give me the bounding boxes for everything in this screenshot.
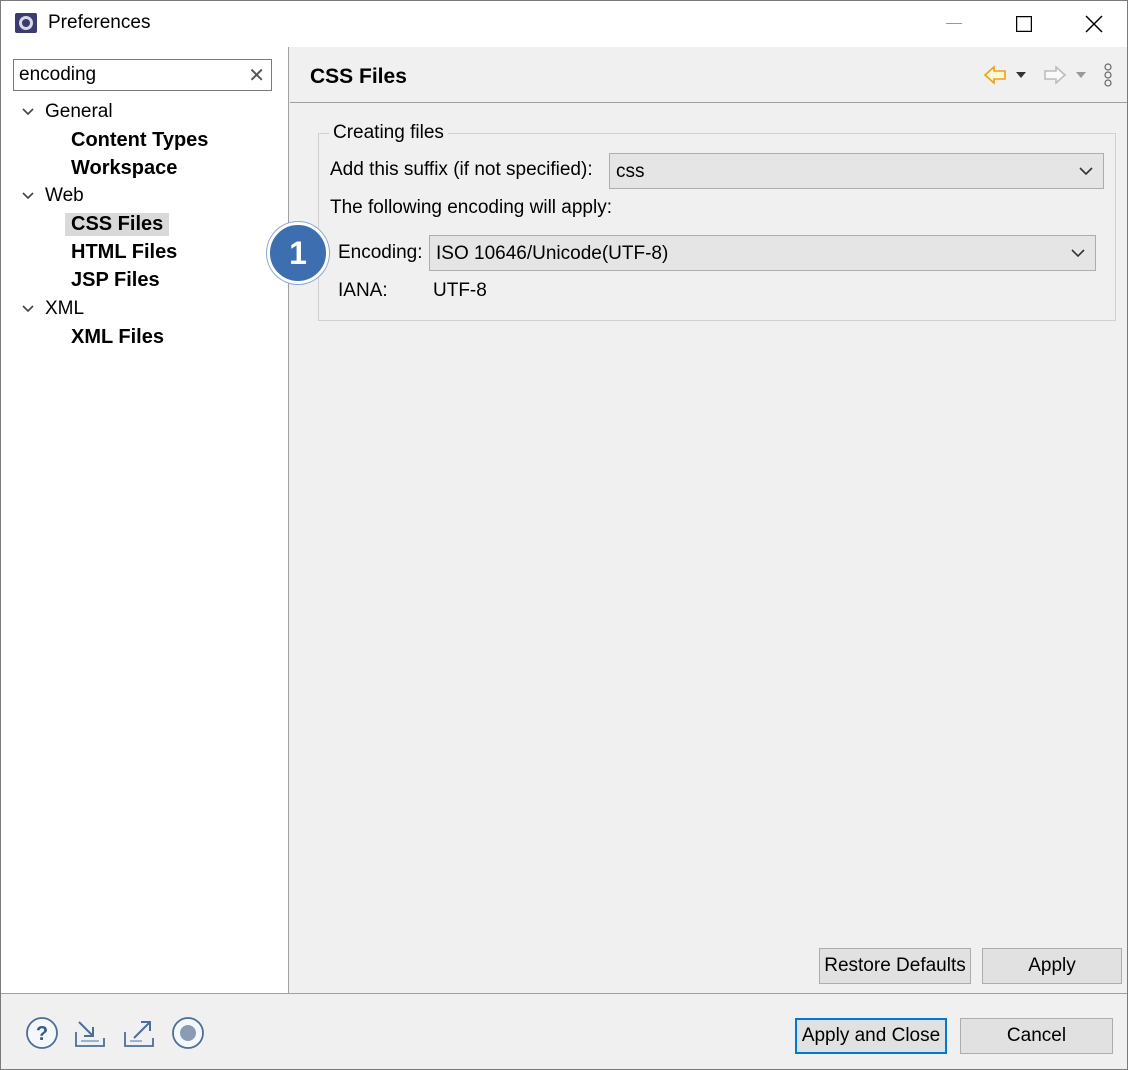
page-navigation	[983, 63, 1113, 87]
button-label: Apply and Close	[801, 1025, 941, 1046]
encoding-note: The following encoding will apply:	[330, 197, 612, 218]
minimize-button[interactable]	[919, 1, 989, 47]
clear-filter-icon[interactable]: ✕	[248, 65, 265, 85]
preference-page: CSS Files Creating files Add this suffix…	[290, 47, 1127, 993]
eclipse-app-icon	[15, 13, 37, 33]
page-header: CSS Files	[290, 47, 1127, 103]
tree-node-web[interactable]: Web	[21, 183, 84, 209]
back-menu-dropdown-icon[interactable]	[1015, 71, 1027, 79]
page-title: CSS Files	[310, 65, 407, 88]
minimize-icon	[946, 23, 962, 24]
chevron-down-icon	[1079, 167, 1093, 176]
apply-button[interactable]: Apply	[982, 948, 1122, 984]
close-icon	[1085, 15, 1103, 33]
tree-item-label: Workspace	[71, 156, 178, 179]
forward-menu-dropdown-icon[interactable]	[1075, 71, 1087, 79]
preference-tree-pane: ✕ General Content Types Workspace Web CS…	[1, 47, 289, 993]
view-menu-icon[interactable]	[1103, 63, 1113, 87]
tree-item-css-files[interactable]: CSS Files	[65, 211, 170, 237]
tree-item-label: CSS Files	[65, 212, 170, 236]
group-title: Creating files	[329, 122, 448, 144]
annotation-badge: 1	[267, 222, 329, 284]
tree-node-general[interactable]: General	[21, 99, 113, 125]
tree-item-jsp-files[interactable]: JSP Files	[65, 267, 166, 293]
apply-and-close-button[interactable]: Apply and Close	[795, 1018, 947, 1054]
tree-item-label: Content Types	[71, 128, 209, 151]
help-icon[interactable]: ?	[25, 1016, 59, 1050]
chevron-down-icon	[1071, 249, 1085, 258]
suffix-dropdown[interactable]: css	[609, 153, 1104, 189]
iana-value: UTF-8	[433, 280, 487, 301]
chevron-down-icon[interactable]	[21, 189, 35, 203]
chevron-down-icon[interactable]	[21, 105, 35, 119]
iana-label: IANA:	[338, 280, 388, 301]
tree-item-html-files[interactable]: HTML Files	[65, 239, 183, 265]
chevron-down-icon[interactable]	[21, 302, 35, 316]
suffix-value: css	[616, 161, 645, 182]
tree-node-label: General	[45, 101, 113, 122]
filter-box: ✕	[13, 59, 272, 91]
suffix-label: Add this suffix (if not specified):	[330, 159, 593, 180]
tree-item-label: JSP Files	[71, 268, 160, 291]
record-icon[interactable]	[171, 1016, 205, 1050]
import-icon[interactable]	[73, 1016, 107, 1050]
tree-item-label: HTML Files	[71, 240, 178, 263]
filter-input[interactable]	[19, 63, 239, 87]
encoding-dropdown[interactable]: ISO 10646/Unicode(UTF-8)	[429, 235, 1096, 271]
window-title: Preferences	[48, 12, 151, 33]
forward-arrow-icon[interactable]	[1043, 65, 1067, 85]
encoding-value: ISO 10646/Unicode(UTF-8)	[436, 243, 669, 264]
tree-node-label: XML	[45, 298, 85, 319]
dialog-button-bar: ? Apply and Close Cancel	[1, 993, 1127, 1069]
close-button[interactable]	[1059, 1, 1128, 47]
svg-text:?: ?	[36, 1023, 48, 1045]
tree-node-xml[interactable]: XML	[21, 296, 84, 322]
maximize-button[interactable]	[989, 1, 1059, 47]
tree-item-workspace[interactable]: Workspace	[65, 155, 183, 181]
back-arrow-icon[interactable]	[983, 65, 1007, 85]
title-bar: Preferences	[1, 1, 1127, 47]
cancel-button[interactable]: Cancel	[960, 1018, 1113, 1054]
tree-item-label: XML Files	[71, 325, 164, 348]
preferences-window: Preferences ✕ General Content Types Work…	[0, 0, 1128, 1070]
button-label: Restore Defaults	[824, 955, 966, 976]
export-icon[interactable]	[122, 1016, 156, 1050]
restore-defaults-button[interactable]: Restore Defaults	[819, 948, 971, 984]
tree-item-xml-files[interactable]: XML Files	[65, 324, 170, 350]
button-label: Cancel	[1006, 1025, 1067, 1046]
button-label: Apply	[1028, 955, 1076, 976]
encoding-label: Encoding:	[338, 242, 423, 263]
maximize-icon	[1016, 16, 1032, 32]
tree-item-content-types[interactable]: Content Types	[65, 127, 214, 153]
tree-node-label: Web	[45, 185, 84, 206]
